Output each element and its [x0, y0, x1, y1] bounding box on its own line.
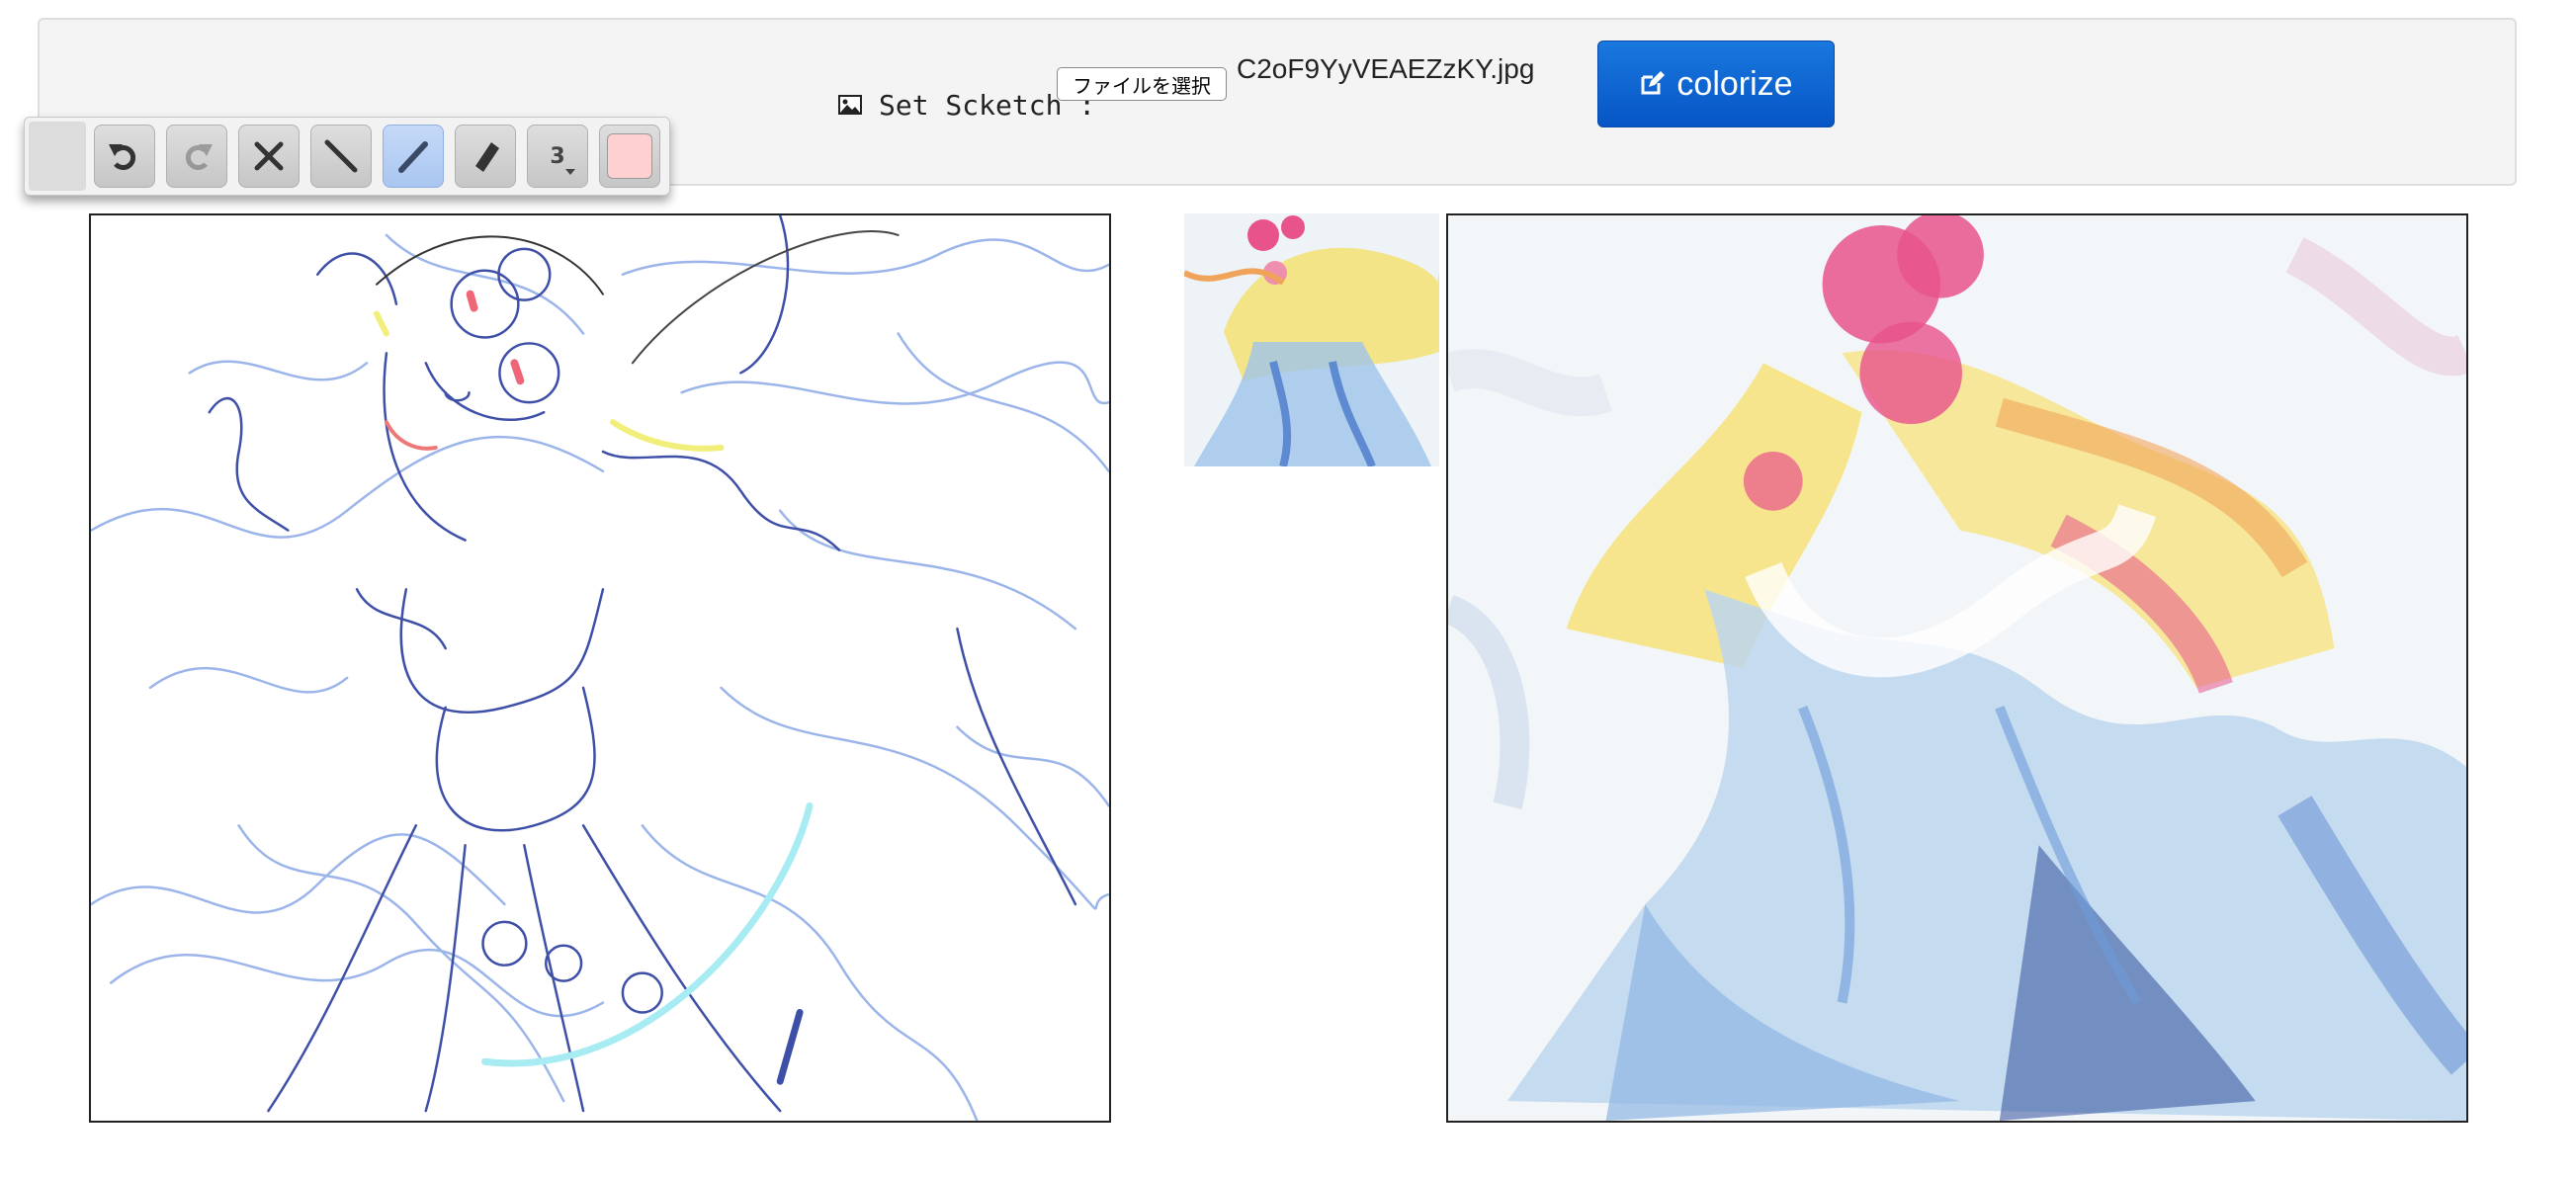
redo-icon [185, 144, 213, 170]
reference-image [1184, 213, 1439, 466]
pen-icon [398, 141, 428, 173]
colorized-image [1448, 215, 2466, 1121]
undo-icon [109, 144, 136, 170]
colorize-button[interactable]: colorize [1597, 41, 1835, 127]
colorize-label: colorize [1676, 64, 1793, 103]
colorized-output [1446, 213, 2468, 1123]
eraser-icon [475, 142, 499, 172]
line-tool-button[interactable] [310, 125, 372, 188]
clear-button[interactable] [238, 125, 300, 188]
image-icon [838, 95, 862, 115]
drawing-toolbar: 3 [24, 117, 670, 196]
sketch-canvas[interactable] [89, 213, 1111, 1123]
sketch-image [91, 215, 1109, 1121]
edit-icon [1641, 71, 1666, 95]
color-swatch [607, 133, 652, 179]
brush-size-value: 3 [550, 143, 565, 169]
color-picker-button[interactable] [599, 125, 660, 188]
pen-tool-button[interactable] [383, 125, 444, 188]
redo-button[interactable] [166, 125, 227, 188]
choose-file-button[interactable]: ファイルを選択 [1057, 67, 1227, 101]
toolbar-drag-handle[interactable] [29, 122, 86, 191]
eraser-tool-button[interactable] [455, 125, 516, 188]
brush-size-button[interactable]: 3 [527, 125, 588, 188]
reference-thumbnail [1184, 213, 1439, 466]
line-icon [324, 139, 358, 173]
chevron-down-icon [565, 169, 575, 175]
undo-button[interactable] [94, 125, 155, 188]
file-name: C2oF9YyVEAEZzKY.jpg [1237, 53, 1535, 84]
clear-icon [254, 141, 284, 171]
